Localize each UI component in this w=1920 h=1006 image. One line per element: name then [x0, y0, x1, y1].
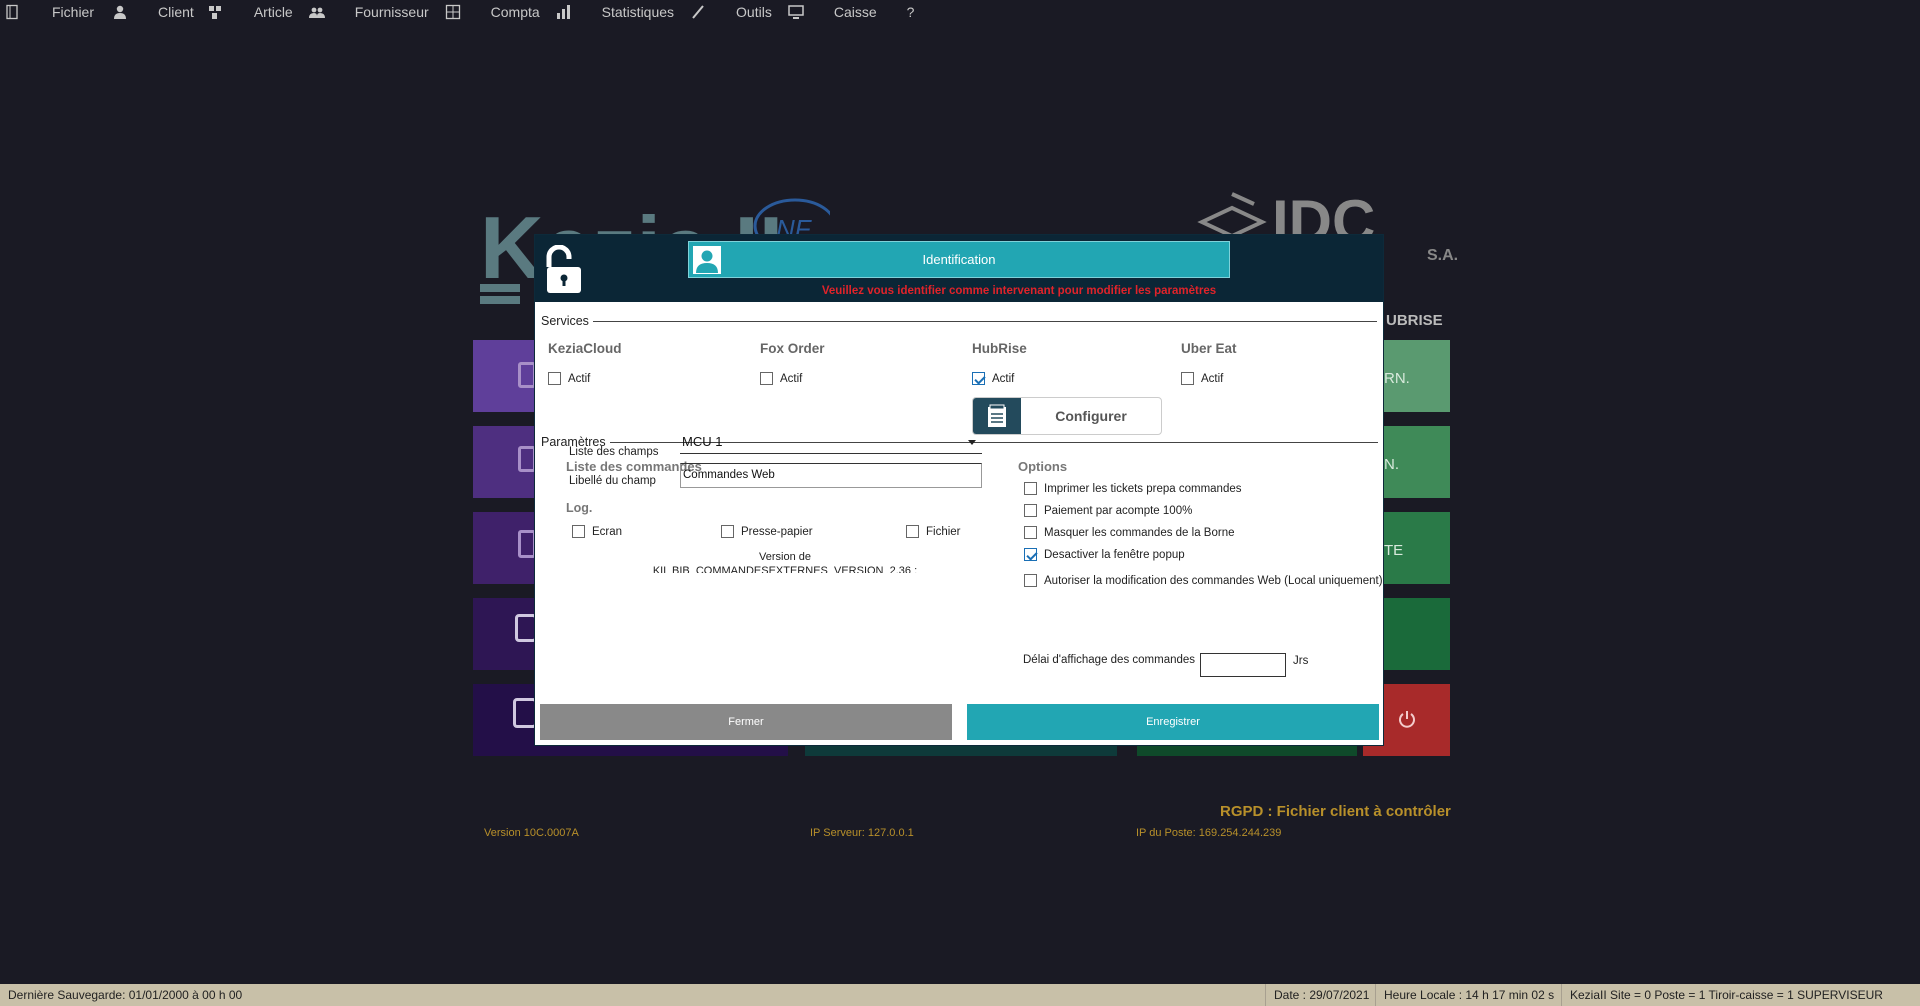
option-autoriser-modif-checkbox[interactable]: Autoriser la modification des commandes …	[1024, 574, 1383, 587]
libelle-input[interactable]: Commandes Web	[680, 463, 982, 488]
dropdown-arrow-icon	[968, 440, 976, 445]
ubereat-actif-checkbox[interactable]: Actif	[1181, 372, 1223, 385]
date-status: Date : 29/07/2021	[1266, 984, 1376, 1006]
version-value: KIL BIB_COMMANDESEXTERNES_VERSION_2.36 ;	[652, 565, 918, 573]
option-desactiver-popup-checkbox[interactable]: Desactiver la fenêtre popup	[1024, 548, 1185, 561]
delay-unit: Jrs	[1293, 655, 1309, 667]
monitor-icon	[788, 4, 804, 20]
ip-server-text: IP Serveur: 127.0.0.1	[810, 827, 914, 839]
power-icon	[1397, 709, 1417, 732]
delay-label: Délai d'affichage des commandes	[1023, 654, 1196, 666]
option-masquer-borne-checkbox[interactable]: Masquer les commandes de la Borne	[1024, 526, 1235, 539]
suppliers-icon	[308, 4, 325, 20]
service-hubrise: HubRise	[972, 341, 1027, 356]
hubrise-heading: UBRISE	[1386, 312, 1443, 329]
tile-green-1[interactable]: RN.	[1380, 340, 1450, 412]
ip-post-text: IP du Poste: 169.254.244.239	[1136, 827, 1282, 839]
last-save-status: Dernière Sauvegarde: 01/01/2000 à 00 h 0…	[0, 984, 1266, 1006]
user-icon	[693, 246, 721, 274]
log-title: Log.	[566, 501, 593, 515]
identification-warning: Veuillez vous identifier comme intervena…	[821, 285, 1217, 297]
foxorder-actif-checkbox[interactable]: Actif	[760, 372, 802, 385]
configure-button[interactable]: Configurer	[972, 397, 1162, 435]
option-paiement-acompte-checkbox[interactable]: Paiement par acompte 100%	[1024, 504, 1192, 517]
user-icon	[112, 4, 128, 20]
article-icon	[208, 4, 224, 20]
save-button[interactable]: Enregistrer	[967, 704, 1379, 740]
menu-article[interactable]: Article	[254, 4, 339, 20]
dialog-header: Identification Veuillez vous identifier …	[535, 235, 1383, 302]
version-text: Version 10C.0007A	[484, 827, 579, 839]
rgpd-warning[interactable]: RGPD : Fichier client à contrôler	[1220, 803, 1451, 820]
menu-client[interactable]: Client	[158, 4, 238, 20]
options-title: Options	[1018, 459, 1068, 474]
hubrise-actif-checkbox[interactable]: Actif	[972, 372, 1014, 385]
close-button[interactable]: Fermer	[540, 704, 952, 740]
session-status: KeziaII Site = 0 Poste = 1 Tiroir-caisse…	[1570, 988, 1883, 1002]
menu-help[interactable]: ?	[907, 4, 915, 20]
service-ubereat: Uber Eat	[1181, 341, 1237, 356]
menu-document[interactable]	[4, 4, 34, 20]
identification-dialog: Identification Veuillez vous identifier …	[534, 234, 1384, 746]
service-foxorder: Fox Order	[760, 341, 825, 356]
delay-input[interactable]	[1200, 653, 1286, 677]
fields-select[interactable]: MCU 1	[680, 430, 982, 454]
identification-button[interactable]: Identification	[688, 241, 1230, 278]
menu-fichier[interactable]: Fichier	[52, 4, 142, 20]
menu-bar: Fichier Client Article Fournisseur Compt…	[0, 0, 1920, 24]
log-ecran-checkbox[interactable]: Ecran	[572, 525, 622, 538]
fields-label: Liste des champs	[569, 446, 659, 458]
log-presse-papier-checkbox[interactable]: Presse-papier	[721, 525, 813, 538]
calculator-icon	[445, 4, 461, 20]
notepad-icon	[973, 398, 1021, 434]
tile-green-3[interactable]: TE	[1380, 512, 1450, 584]
menu-fournisseur[interactable]: Fournisseur	[355, 4, 475, 20]
menu-statistiques[interactable]: Statistiques	[602, 4, 720, 20]
keziacloud-actif-checkbox[interactable]: Actif	[548, 372, 590, 385]
tile-green-2[interactable]: N.	[1380, 426, 1450, 498]
menu-outils[interactable]: Outils	[736, 4, 818, 20]
menu-compta[interactable]: Compta	[491, 4, 586, 20]
tile-green-4[interactable]	[1380, 598, 1450, 670]
log-fichier-checkbox[interactable]: Fichier	[906, 525, 961, 538]
status-bar: Dernière Sauvegarde: 01/01/2000 à 00 h 0…	[0, 984, 1920, 1006]
service-keziacloud: KeziaCloud	[548, 341, 622, 356]
option-print-tickets-checkbox[interactable]: Imprimer les tickets prepa commandes	[1024, 482, 1241, 495]
pencil-icon	[690, 4, 706, 20]
svg-text:S.A.: S.A.	[1427, 247, 1458, 264]
version-label: Version de	[759, 551, 811, 563]
time-status: Heure Locale : 14 h 17 min 02 s	[1376, 984, 1562, 1006]
bar-chart-icon	[556, 4, 572, 20]
libelle-label: Libellé du champ	[569, 475, 656, 487]
menu-caisse[interactable]: Caisse	[834, 4, 877, 20]
services-section-title: Services	[541, 314, 1377, 328]
document-icon	[4, 4, 20, 20]
